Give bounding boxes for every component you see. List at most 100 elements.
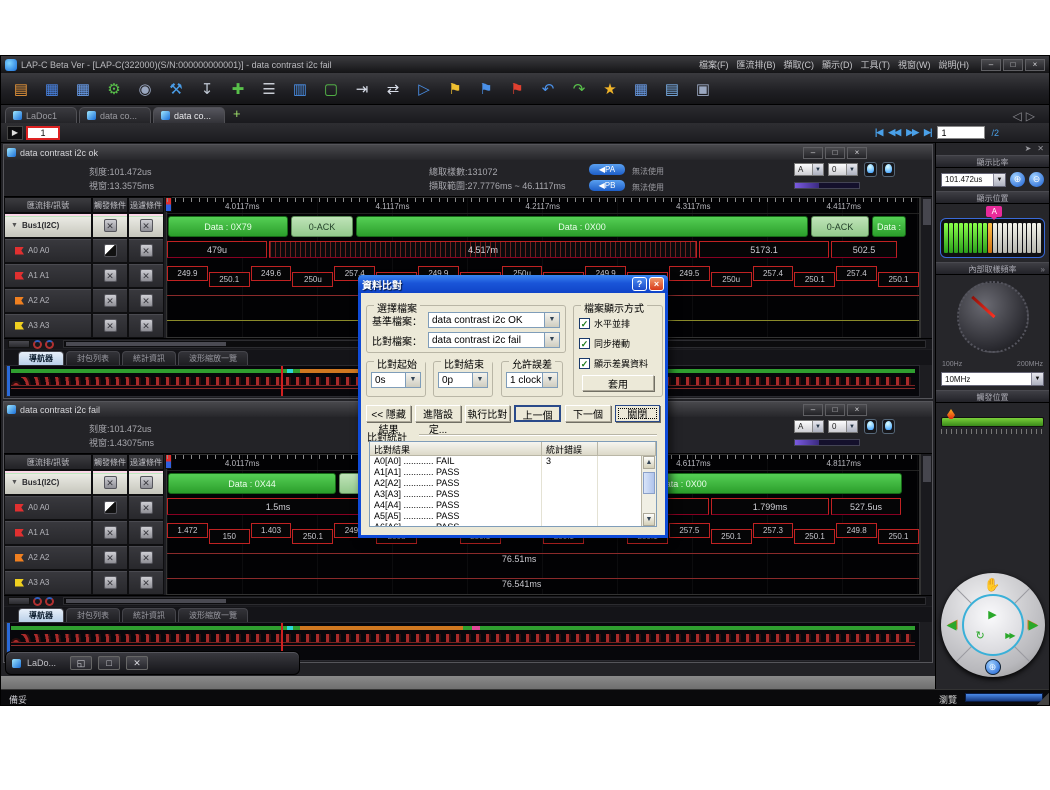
cursor-select-a[interactable]: A▼ [794,163,824,176]
toolbar-icon[interactable]: ⚒ [164,77,188,101]
filter-setting-icon[interactable]: ✕ [140,576,153,589]
cursor-select-0[interactable]: 0▼ [828,420,858,433]
hand-pan-icon[interactable]: ✋ [984,577,1000,593]
menu-item[interactable]: 檔案(F) [699,58,729,71]
display-mode-checkbox[interactable]: ✓ 水平並排 [579,317,657,330]
result-column-header[interactable]: 比對結果 [370,442,542,456]
bottom-tab[interactable]: 導航器 [18,608,64,622]
maximize-button[interactable]: □ [98,656,120,670]
trigger-setting-icon[interactable]: ✕ [104,319,117,332]
count-column-header[interactable]: 統計錯誤 [542,442,598,456]
next-page-button[interactable]: ▶▶ [906,127,918,138]
dialog-button[interactable]: 執行比對 [465,405,510,422]
compare-end-combo[interactable]: 0p▼ [438,372,488,388]
dialog-titlebar[interactable]: 資料比對 ? × [358,275,668,293]
close-button[interactable]: ✕ [126,656,148,670]
bulb-icon[interactable] [882,419,895,434]
resize-grip[interactable] [1037,693,1049,705]
play-icon[interactable]: ▶ [988,608,996,621]
base-file-combo[interactable]: data contrast i2c OK▼ [428,312,560,328]
menu-item[interactable]: 顯示(D) [822,58,853,71]
signal-row[interactable]: A3 A3 ✕ ✕ [4,570,164,595]
dialog-button[interactable]: 上一個 [514,405,561,422]
bus-segment[interactable]: 0-ACK [291,216,353,237]
trigger-setting-icon[interactable]: ✕ [104,244,117,257]
table-row[interactable]: A2[A2] ............ PASS [370,478,641,489]
compare-file-combo[interactable]: data contrast i2c fail▼ [428,332,560,348]
prev-page-button[interactable]: ◀◀ [888,127,900,138]
toolbar-icon[interactable]: ▤ [9,77,33,101]
restore-button[interactable]: ◱ [70,656,92,670]
wheel-inner-ring[interactable]: ▶ ↻ ▶▶ [962,594,1024,656]
trigger-setting-icon[interactable]: ✕ [104,219,117,232]
column-header-trigger[interactable]: 觸發條件 [92,197,128,213]
repeat-icon[interactable]: ↻ [976,629,985,642]
table-row[interactable]: A4[A4] ............ PASS [370,500,641,511]
pan-right-icon[interactable]: ▶ [1029,617,1039,633]
column-header-filter[interactable]: 過濾條件 [128,197,164,213]
tolerance-combo[interactable]: 1 clock▼ [506,372,558,388]
column-header-filter[interactable]: 過濾條件 [128,454,164,470]
scroll-thumb[interactable] [8,597,30,605]
trigger-position-slider[interactable] [941,409,1044,435]
filter-setting-icon[interactable]: ✕ [140,526,153,539]
table-row[interactable]: A3[A3] ............ PASS [370,489,641,500]
document-tab[interactable]: data co... [79,107,151,123]
toolbar-icon[interactable]: ✚ [226,77,250,101]
frequency-knob[interactable] [957,281,1029,353]
signal-row[interactable]: A3 A3 ✕ ✕ [4,313,164,338]
filter-setting-icon[interactable]: ✕ [140,551,153,564]
navigator-waveform-overview[interactable] [11,634,915,643]
menu-item[interactable]: 說明(H) [939,58,970,71]
tab-scroll-left-icon[interactable]: ◁ [1013,109,1022,123]
tab-scroll-right-icon[interactable]: ▷ [1026,109,1035,123]
toolbar-icon[interactable]: ▷ [412,77,436,101]
toolbar-icon[interactable]: ▤ [660,77,684,101]
toolbar-icon[interactable]: ↷ [567,77,591,101]
bulb-icon[interactable] [864,162,877,177]
document-tab[interactable]: data co... [153,107,225,123]
bottom-tab[interactable]: 統計資訊 [122,351,176,365]
pan-left-icon[interactable]: ◀ [947,617,957,633]
last-page-button[interactable]: ▶| [924,127,931,138]
trigger-setting-icon[interactable]: ✕ [104,526,117,539]
table-row[interactable]: A5[A5] ............ PASS [370,511,641,522]
toolbar-icon[interactable]: ⚑ [505,77,529,101]
trigger-setting-icon[interactable]: ✕ [104,294,117,307]
scroll-track[interactable] [63,597,926,605]
toolbar-icon[interactable]: ▦ [40,77,64,101]
rotate-right-icon[interactable] [45,340,54,349]
dialog-button[interactable]: << 隱藏結果 [366,405,411,422]
active-page-icon[interactable]: ▶ [7,126,23,140]
zoom-out-icon[interactable]: ⊖ [1029,172,1044,187]
signal-row[interactable]: A1 A1 ✕ ✕ [4,520,164,545]
signal-row[interactable]: A2 A2 ✕ ✕ [4,288,164,313]
cursor-select-a[interactable]: A▼ [794,420,824,433]
toolbar-icon[interactable]: ☰ [257,77,281,101]
navigator-cursor[interactable] [281,366,283,396]
minimized-window-bar[interactable]: LaDo... ◱ □ ✕ [5,651,300,675]
table-scroll-bar[interactable]: ▲ ▼ [641,456,656,526]
toolbar-icon[interactable]: ⇥ [350,77,374,101]
bus-expand-icon[interactable]: ▼ [11,479,18,486]
signal-row[interactable]: A1 A1 ✕ ✕ [4,263,164,288]
bus-segment[interactable]: Data : 0X79 [168,216,288,237]
column-header-trigger[interactable]: 觸發條件 [92,454,128,470]
toolbar-icon[interactable]: ⇄ [381,77,405,101]
display-position-meter[interactable]: A [940,218,1045,258]
table-row[interactable]: A6[A6] ............ PASS [370,522,641,526]
compare-start-combo[interactable]: 0s▼ [371,372,421,388]
toolbar-icon[interactable]: ◉ [133,77,157,101]
toolbar-icon[interactable]: ▦ [629,77,653,101]
child-minimize-button[interactable]: – [803,147,823,159]
display-mode-checkbox[interactable]: ✓ 同步捲動 [579,337,657,350]
filter-setting-icon[interactable]: ✕ [140,319,153,332]
display-ratio-select[interactable]: 101.472us▼ [941,173,1006,187]
bottom-tab[interactable]: 封包列表 [66,608,120,622]
first-page-button[interactable]: |◀ [875,127,882,138]
globe-icon[interactable]: ⊕ [985,659,1001,675]
bulb-icon[interactable] [864,419,877,434]
bottom-tab[interactable]: 導航器 [18,351,64,365]
trigger-setting-icon[interactable]: ✕ [104,501,117,514]
bus-segment[interactable]: Data : [872,216,906,237]
